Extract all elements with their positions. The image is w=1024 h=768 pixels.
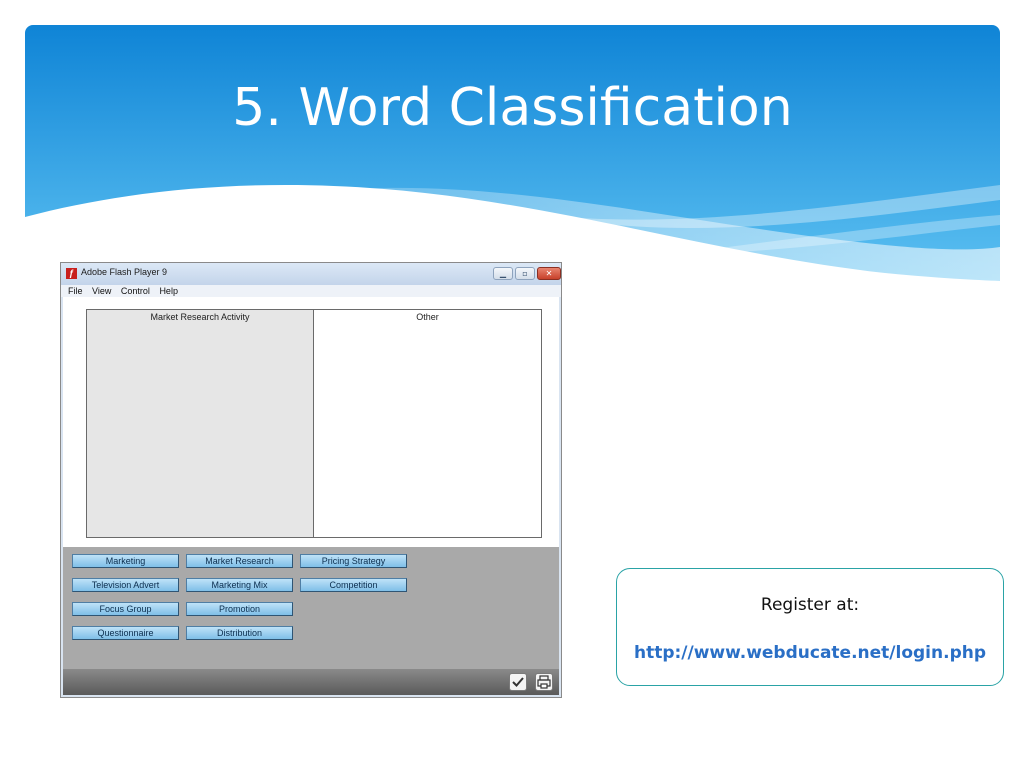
window-title: Adobe Flash Player 9 — [81, 267, 168, 277]
word-card[interactable]: Market Research — [186, 554, 293, 568]
word-card[interactable]: Competition — [300, 578, 407, 592]
control-bar — [63, 669, 559, 695]
window-titlebar[interactable]: ƒ Adobe Flash Player 9 ▁ ▫ ✕ — [61, 263, 561, 285]
title-banner — [25, 25, 1000, 285]
print-button[interactable] — [535, 673, 553, 691]
register-link[interactable]: http://www.webducate.net/login.php — [617, 643, 1003, 663]
check-icon — [512, 677, 524, 687]
column-header: Other — [416, 312, 439, 322]
slide-title: 5. Word Classification — [232, 78, 793, 138]
menu-control[interactable]: Control — [121, 285, 150, 297]
word-card[interactable]: Television Advert — [72, 578, 179, 592]
activity-stage: Market Research Activity Other — [63, 297, 559, 547]
classification-table: Market Research Activity Other — [86, 309, 542, 538]
word-bank: Marketing Market Research Pricing Strate… — [63, 547, 559, 669]
flash-player-window: ƒ Adobe Flash Player 9 ▁ ▫ ✕ File View C… — [60, 262, 562, 698]
word-card[interactable]: Distribution — [186, 626, 293, 640]
banner-wave-graphic — [25, 25, 1000, 285]
register-label: Register at: — [760, 595, 860, 615]
print-icon — [537, 675, 551, 689]
flash-app-icon: ƒ — [66, 268, 77, 279]
word-card[interactable]: Pricing Strategy — [300, 554, 407, 568]
menu-view[interactable]: View — [92, 285, 111, 297]
menu-bar: File View Control Help — [61, 285, 561, 297]
check-answers-button[interactable] — [509, 673, 527, 691]
drop-zone-other[interactable]: Other — [314, 310, 541, 537]
word-card[interactable]: Focus Group — [72, 602, 179, 616]
word-card[interactable]: Marketing Mix — [186, 578, 293, 592]
close-button[interactable]: ✕ — [537, 267, 561, 280]
minimize-button[interactable]: ▁ — [493, 267, 513, 280]
menu-help[interactable]: Help — [159, 285, 178, 297]
word-card[interactable]: Promotion — [186, 602, 293, 616]
drop-zone-market-research[interactable]: Market Research Activity — [87, 310, 314, 537]
menu-file[interactable]: File — [68, 285, 83, 297]
word-card[interactable]: Questionnaire — [72, 626, 179, 640]
register-box: Register at: http://www.webducate.net/lo… — [616, 568, 1004, 686]
column-header: Market Research Activity — [150, 312, 250, 322]
word-card[interactable]: Marketing — [72, 554, 179, 568]
maximize-button[interactable]: ▫ — [515, 267, 535, 280]
